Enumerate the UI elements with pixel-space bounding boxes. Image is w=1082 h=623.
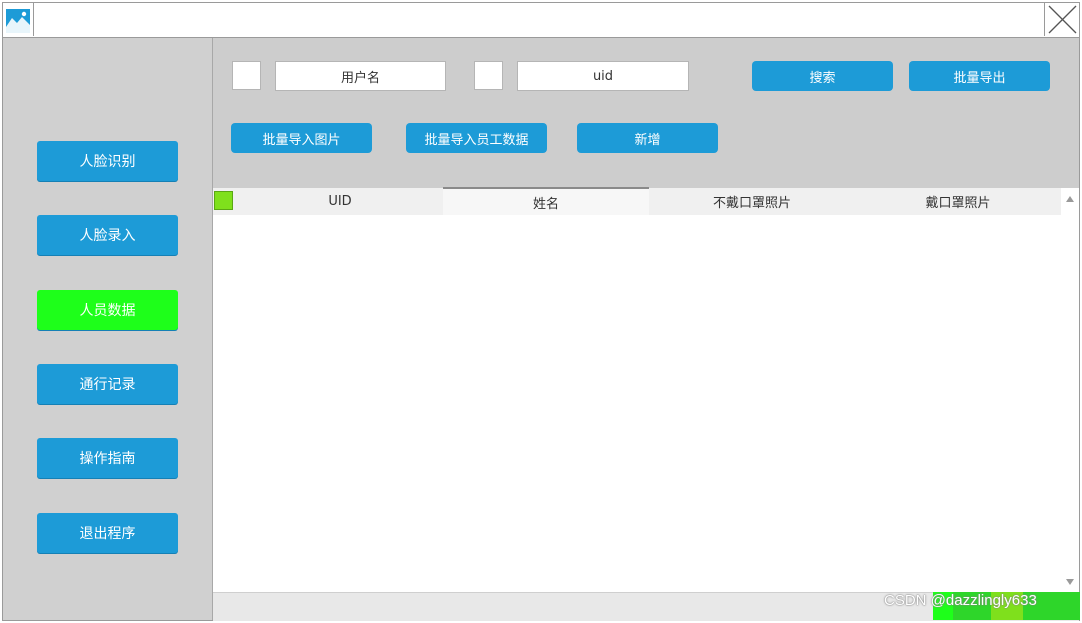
toolbar: 用户名 uid 搜索 批量导出 批量导入图片 批量导入员工数据 新增 xyxy=(213,38,1079,188)
sidebar: 人脸识别 人脸录入 人员数据 通行记录 操作指南 退出程序 xyxy=(3,38,213,620)
username-field[interactable]: 用户名 xyxy=(275,61,446,91)
next-page-button[interactable] xyxy=(1025,592,1080,620)
search-button[interactable]: 搜索 xyxy=(752,61,893,91)
app-image-icon xyxy=(6,9,30,33)
username-checkbox[interactable] xyxy=(232,61,261,90)
title-bar xyxy=(3,3,1079,38)
column-header-photo-without-mask[interactable]: 不戴口罩照片 xyxy=(649,188,855,215)
pager-controls xyxy=(933,592,1080,620)
nav-face-recognition-button[interactable]: 人脸识别 xyxy=(37,141,178,181)
uid-checkbox[interactable] xyxy=(474,61,503,90)
select-all-checkbox[interactable] xyxy=(214,191,233,210)
vertical-scrollbar[interactable] xyxy=(1061,188,1079,592)
column-header-photo-with-mask[interactable]: 戴口罩照片 xyxy=(855,188,1061,215)
nav-exit-button[interactable]: 退出程序 xyxy=(37,513,178,553)
prev-page-button[interactable] xyxy=(955,592,989,620)
batch-import-photos-button[interactable]: 批量导入图片 xyxy=(231,123,372,153)
page-number-field[interactable] xyxy=(991,592,1023,620)
first-page-button[interactable] xyxy=(933,592,953,620)
table-header: UID 姓名 不戴口罩照片 戴口罩照片 xyxy=(213,187,1061,215)
data-table: UID 姓名 不戴口罩照片 戴口罩照片 xyxy=(213,187,1079,592)
batch-import-staff-button[interactable]: 批量导入员工数据 xyxy=(406,123,547,153)
nav-access-records-button[interactable]: 通行记录 xyxy=(37,364,178,404)
batch-export-button[interactable]: 批量导出 xyxy=(909,61,1050,91)
scroll-down-icon[interactable] xyxy=(1066,579,1074,585)
nav-face-enrollment-button[interactable]: 人脸录入 xyxy=(37,215,178,255)
scroll-up-icon[interactable] xyxy=(1066,196,1074,202)
nav-user-guide-button[interactable]: 操作指南 xyxy=(37,438,178,478)
close-icon[interactable] xyxy=(1046,3,1079,36)
uid-field[interactable]: uid xyxy=(517,61,689,91)
add-button[interactable]: 新增 xyxy=(577,123,718,153)
column-header-name[interactable]: 姓名 xyxy=(443,187,649,215)
nav-personnel-data-button[interactable]: 人员数据 xyxy=(37,290,178,330)
window-title xyxy=(33,3,1045,36)
app-window: 人脸识别 人脸录入 人员数据 通行记录 操作指南 退出程序 用户名 uid 搜索… xyxy=(2,2,1080,621)
column-header-uid[interactable]: UID xyxy=(237,188,443,215)
